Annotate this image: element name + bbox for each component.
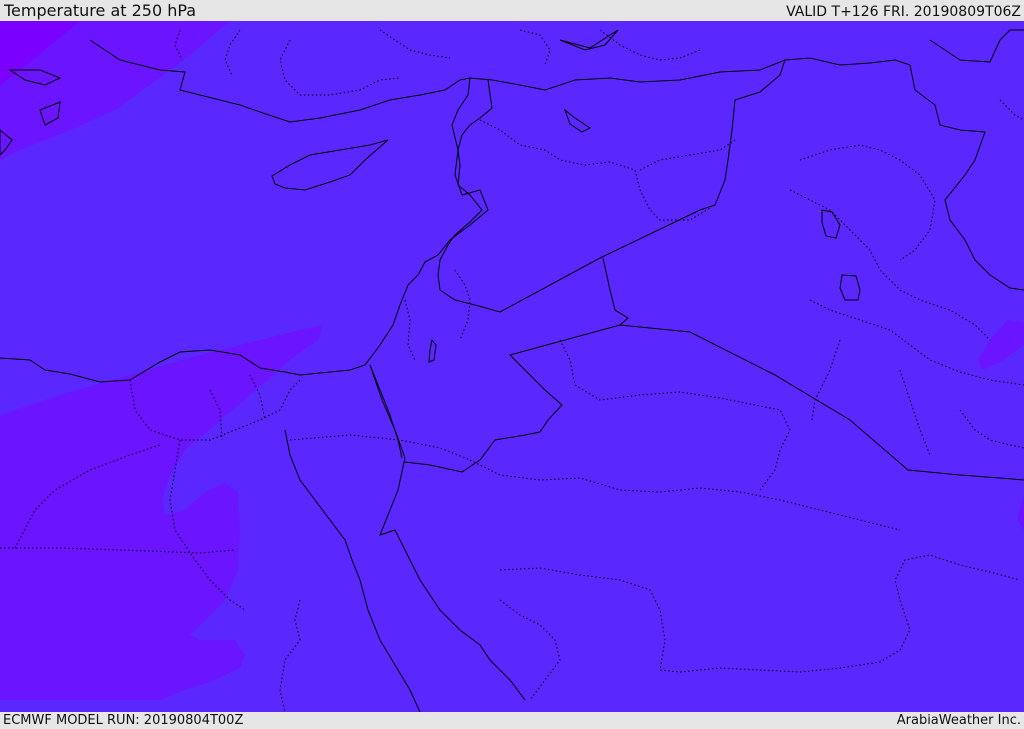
valid-time: VALID T+126 FRI. 20190809T06Z (786, 4, 1021, 20)
footer-bar: ECMWF MODEL RUN: 20190804T00Z ArabiaWeat… (0, 712, 1024, 729)
map-title: Temperature at 250 hPa (4, 1, 197, 20)
credit-label: ArabiaWeather Inc. (896, 713, 1021, 728)
model-run-label: ECMWF MODEL RUN: 20190804T00Z (3, 713, 244, 728)
map-svg (0, 21, 1024, 712)
header-bar: Temperature at 250 hPa VALID T+126 FRI. … (0, 0, 1024, 21)
temperature-map[interactable] (0, 21, 1024, 712)
